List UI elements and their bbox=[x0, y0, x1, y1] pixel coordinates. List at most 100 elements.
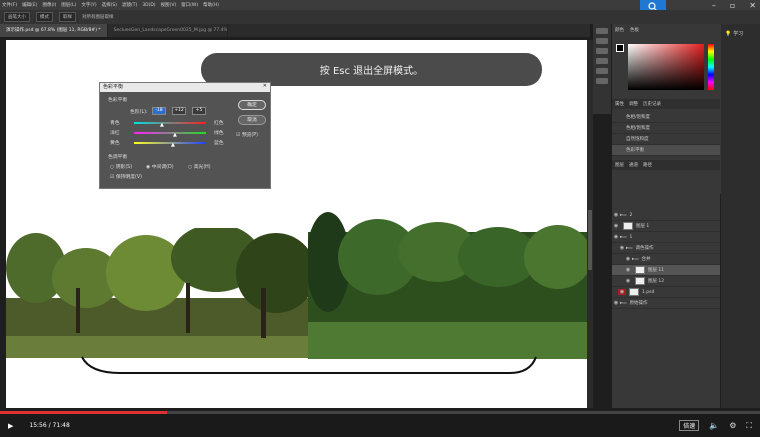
window-controls: – ▫ ✕ bbox=[712, 1, 756, 10]
magenta-label: 洋红 bbox=[110, 131, 120, 136]
tab-swatches[interactable]: 色板 bbox=[630, 27, 639, 33]
yellow-blue-slider[interactable] bbox=[134, 142, 206, 144]
menu-type[interactable]: 文字(Y) bbox=[81, 2, 96, 8]
tab-adjustments[interactable]: 调整 bbox=[629, 101, 638, 107]
volume-icon[interactable]: 🔈 bbox=[709, 421, 719, 430]
cancel-button[interactable]: 取消 bbox=[238, 115, 266, 125]
tab-properties[interactable]: 属性 bbox=[615, 101, 624, 107]
ok-button[interactable]: 确定 bbox=[238, 100, 266, 110]
tab-color[interactable]: 颜色 bbox=[615, 27, 624, 33]
move-tool-icon[interactable] bbox=[596, 28, 608, 34]
layer-name: 1 bbox=[629, 234, 633, 240]
slider-handle-icon[interactable]: ▲ bbox=[160, 122, 164, 128]
options-bar: 画笔大小 模式 取样 对所有图层取样 bbox=[0, 10, 760, 24]
eye-icon[interactable]: ◉ bbox=[624, 267, 632, 273]
layer-row[interactable]: ◉ ▸▭ 调色操作 bbox=[612, 243, 720, 254]
play-icon[interactable]: ▶ bbox=[8, 422, 13, 430]
menu-window[interactable]: 窗口(W) bbox=[181, 2, 198, 8]
eye-icon[interactable]: ◉ bbox=[612, 234, 620, 240]
layer-row[interactable]: ◉ ▸▭ 2 bbox=[612, 210, 720, 221]
foreground-swatch[interactable] bbox=[616, 44, 624, 52]
dialog-close-icon[interactable]: ✕ bbox=[263, 83, 270, 92]
adjust-tool-icon[interactable] bbox=[596, 68, 608, 74]
tab-document-2[interactable]: SecluesGen_LandscapeGreen0025_M.jpg @ 77… bbox=[108, 24, 228, 37]
layer-thumbnail bbox=[629, 288, 639, 296]
eye-icon[interactable]: ◉ bbox=[612, 300, 620, 306]
folder-icon: ▸▭ bbox=[620, 234, 627, 240]
layer-name: 调色操作 bbox=[635, 246, 654, 251]
levels-label: 色阶(L): bbox=[130, 110, 148, 115]
all-layers-option[interactable]: 对所有图层取样 bbox=[82, 14, 114, 20]
layer-row[interactable]: ◉ 图层 1 bbox=[612, 221, 720, 232]
tab-paths[interactable]: 路径 bbox=[643, 162, 652, 168]
menu-help[interactable]: 帮助(H) bbox=[203, 2, 219, 8]
radio-highlights[interactable]: ○ 高光(H) bbox=[188, 163, 211, 170]
layer-name: 原始操作 bbox=[629, 301, 648, 306]
blue-label: 蓝色 bbox=[214, 141, 224, 146]
cyan-red-slider[interactable] bbox=[134, 122, 206, 124]
eye-icon[interactable]: ◉ bbox=[618, 245, 626, 251]
sample-select[interactable]: 取样 bbox=[59, 12, 76, 22]
menu-view[interactable]: 视图(V) bbox=[161, 2, 177, 8]
layer-row[interactable]: ◉ ▸▭ 1 bbox=[612, 232, 720, 243]
brush-size-select[interactable]: 画笔大小 bbox=[4, 12, 30, 22]
tab-document-1[interactable]: 演示操作.psd @ 67.8% (图层 11, RGB/8#) * bbox=[0, 24, 108, 37]
menu-file[interactable]: 文件(F) bbox=[2, 2, 17, 8]
settings-tool-icon[interactable] bbox=[596, 78, 608, 84]
menu-layer[interactable]: 图层(L) bbox=[61, 2, 76, 8]
eye-icon[interactable]: ◉ bbox=[612, 223, 620, 229]
brush-tool-icon[interactable] bbox=[596, 38, 608, 44]
type-tool-icon[interactable] bbox=[596, 48, 608, 54]
speed-button[interactable]: 倍速 bbox=[679, 420, 700, 431]
layer-row-selected[interactable]: ◉ 图层 11 bbox=[612, 265, 720, 276]
layer-row[interactable]: ◉ 1.psd bbox=[612, 287, 720, 298]
dialog-titlebar[interactable]: 色彩平衡 ✕ bbox=[100, 83, 270, 92]
history-item[interactable]: 色相/饱和度 bbox=[612, 123, 720, 134]
tab-channels[interactable]: 通道 bbox=[629, 162, 638, 168]
level-input-magenta-green[interactable]: +12 bbox=[172, 107, 186, 115]
layer-row[interactable]: ◉ 图层 12 bbox=[612, 276, 720, 287]
path-tool-icon[interactable] bbox=[596, 58, 608, 64]
history-item[interactable]: 色相/饱和度 bbox=[612, 112, 720, 123]
right-side-column: 💡 学习 bbox=[721, 24, 760, 408]
menu-3d[interactable]: 3D(D) bbox=[142, 3, 155, 8]
menu-image[interactable]: 图像(I) bbox=[42, 2, 56, 8]
radio-midtones[interactable]: ◉ 中间调(D) bbox=[146, 163, 174, 170]
dialog-title: 色彩平衡 bbox=[103, 84, 124, 90]
layer-row[interactable]: ◉ ▸▭ 合并 bbox=[612, 254, 720, 265]
menu-filter[interactable]: 滤镜(T) bbox=[122, 2, 137, 8]
menu-edit[interactable]: 编辑(E) bbox=[22, 2, 37, 8]
eye-icon[interactable]: ◉ bbox=[612, 212, 620, 218]
minimize-icon[interactable]: – bbox=[712, 1, 716, 10]
level-input-yellow-blue[interactable]: +5 bbox=[192, 107, 206, 115]
preserve-luminosity-checkbox[interactable]: ☑ 保持明度(V) bbox=[110, 173, 142, 180]
fullscreen-icon[interactable]: ⛶ bbox=[746, 421, 752, 431]
folder-icon: ▸▭ bbox=[626, 245, 633, 251]
magenta-green-slider[interactable] bbox=[134, 132, 206, 134]
eye-icon[interactable]: ◉ bbox=[618, 289, 626, 295]
preview-checkbox[interactable]: ☑ 预览(P) bbox=[236, 131, 258, 138]
eye-icon[interactable]: ◉ bbox=[624, 256, 632, 262]
mode-select[interactable]: 模式 bbox=[36, 12, 53, 22]
hue-slider[interactable] bbox=[708, 44, 714, 90]
radio-shadows[interactable]: ○ 阴影(S) bbox=[110, 163, 132, 170]
tab-history[interactable]: 历史记录 bbox=[643, 101, 661, 107]
color-balance-dialog: 色彩平衡 ✕ 色彩平衡 色阶(L): -18 +12 +5 青色 ▲ 红色 洋红… bbox=[99, 82, 271, 189]
history-item-active[interactable]: 色彩平衡 bbox=[612, 145, 720, 156]
close-icon[interactable]: ✕ bbox=[749, 1, 756, 10]
menu-select[interactable]: 选择(S) bbox=[102, 2, 117, 8]
learn-panel-button[interactable]: 💡 学习 bbox=[721, 24, 760, 43]
layer-name: 图层 12 bbox=[648, 279, 665, 284]
scrollbar-thumb[interactable] bbox=[588, 210, 592, 270]
slider-handle-icon[interactable]: ▲ bbox=[173, 132, 177, 138]
layer-row[interactable]: ◉ ▸▭ 原始操作 bbox=[612, 298, 720, 309]
slider-handle-icon[interactable]: ▲ bbox=[171, 142, 175, 148]
history-item[interactable]: 自然饱和度 bbox=[612, 134, 720, 145]
color-field[interactable] bbox=[628, 44, 704, 90]
color-tabs: 颜色 色板 bbox=[612, 24, 732, 36]
settings-icon[interactable]: ⚙ bbox=[729, 421, 736, 430]
level-input-cyan-red[interactable]: -18 bbox=[152, 107, 166, 115]
maximize-icon[interactable]: ▫ bbox=[730, 1, 735, 10]
tab-layers[interactable]: 图层 bbox=[615, 162, 624, 168]
eye-icon[interactable]: ◉ bbox=[624, 278, 632, 284]
